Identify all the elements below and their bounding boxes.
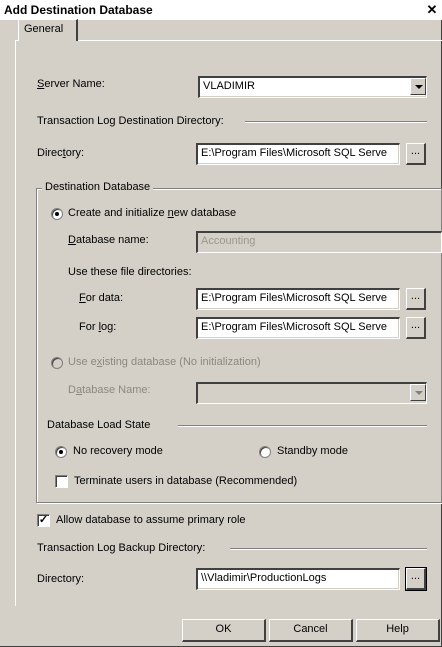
- for-data-value: E:\Program Files\Microsoft SQL Serve: [201, 292, 388, 304]
- server-name-label: Server Name:: [37, 78, 105, 90]
- close-icon[interactable]: ✕: [424, 2, 440, 18]
- cancel-button[interactable]: Cancel: [269, 619, 353, 642]
- title-bar: Add Destination Database ✕: [0, 0, 442, 20]
- create-new-database-radio[interactable]: [51, 208, 63, 220]
- for-log-label: For log:: [79, 321, 117, 333]
- server-name-value: VLADIMIR: [203, 80, 255, 92]
- chevron-down-icon[interactable]: [410, 78, 426, 95]
- for-data-label: For data:: [79, 292, 124, 304]
- for-data-browse-button[interactable]: ...: [406, 288, 426, 310]
- backup-browse-button[interactable]: ...: [405, 567, 427, 591]
- tlog-dest-browse-button[interactable]: ...: [406, 143, 426, 165]
- for-data-input[interactable]: E:\Program Files\Microsoft SQL Serve: [196, 288, 400, 310]
- terminate-users-checkbox[interactable]: [55, 475, 68, 488]
- backup-directory-label: Directory:: [37, 573, 85, 585]
- window-title: Add Destination Database: [4, 3, 153, 17]
- destination-database-group-label: Destination Database: [42, 181, 154, 193]
- no-recovery-mode-radio[interactable]: [55, 446, 67, 458]
- no-recovery-mode-label[interactable]: No recovery mode: [73, 445, 163, 457]
- allow-primary-role-label[interactable]: Allow database to assume primary role: [56, 514, 246, 526]
- checkmark-icon: ✓: [38, 514, 49, 526]
- for-log-browse-button[interactable]: ...: [406, 317, 426, 339]
- database-name-label: Database name:: [68, 234, 149, 246]
- ok-button[interactable]: OK: [182, 619, 266, 642]
- dialog-window: Add Destination Database ✕ General Serve…: [0, 0, 442, 647]
- help-button[interactable]: Help: [356, 619, 440, 642]
- database-name-input[interactable]: Accounting: [196, 231, 442, 253]
- tlog-dest-directory-value: E:\Program Files\Microsoft SQL Serve: [201, 147, 388, 159]
- tab-general[interactable]: General: [18, 19, 78, 41]
- existing-database-name-combo[interactable]: [196, 382, 427, 404]
- allow-primary-role-checkbox[interactable]: ✓: [37, 514, 50, 527]
- create-new-database-label[interactable]: Create and initialize new database: [68, 207, 236, 219]
- server-name-combo[interactable]: VLADIMIR: [198, 76, 427, 98]
- standby-mode-label[interactable]: Standby mode: [277, 445, 348, 457]
- use-existing-database-label[interactable]: Use existing database (No initialization…: [68, 356, 261, 368]
- section-divider: [230, 548, 427, 550]
- for-log-input[interactable]: E:\Program Files\Microsoft SQL Serve: [196, 317, 400, 339]
- backup-section-label: Transaction Log Backup Directory:: [37, 542, 206, 554]
- terminate-users-label[interactable]: Terminate users in database (Recommended…: [74, 475, 297, 487]
- tlog-dest-directory-input[interactable]: E:\Program Files\Microsoft SQL Serve: [196, 143, 400, 165]
- existing-database-name-label: Database Name:: [68, 384, 151, 396]
- tlog-dest-section-label: Transaction Log Destination Directory:: [37, 115, 224, 127]
- standby-mode-radio[interactable]: [259, 446, 271, 458]
- load-state-section-label: Database Load State: [47, 419, 151, 431]
- backup-directory-value: \\Vladimir\ProductionLogs: [201, 572, 327, 584]
- use-existing-database-radio[interactable]: [51, 357, 63, 369]
- section-divider: [245, 121, 427, 123]
- file-directories-label: Use these file directories:: [68, 266, 192, 278]
- backup-directory-input[interactable]: \\Vladimir\ProductionLogs: [196, 568, 400, 590]
- chevron-down-icon[interactable]: [410, 384, 426, 401]
- database-name-value: Accounting: [201, 235, 256, 247]
- tlog-dest-directory-label: Directory:: [37, 147, 85, 159]
- section-divider: [178, 425, 427, 427]
- for-log-value: E:\Program Files\Microsoft SQL Serve: [201, 321, 388, 333]
